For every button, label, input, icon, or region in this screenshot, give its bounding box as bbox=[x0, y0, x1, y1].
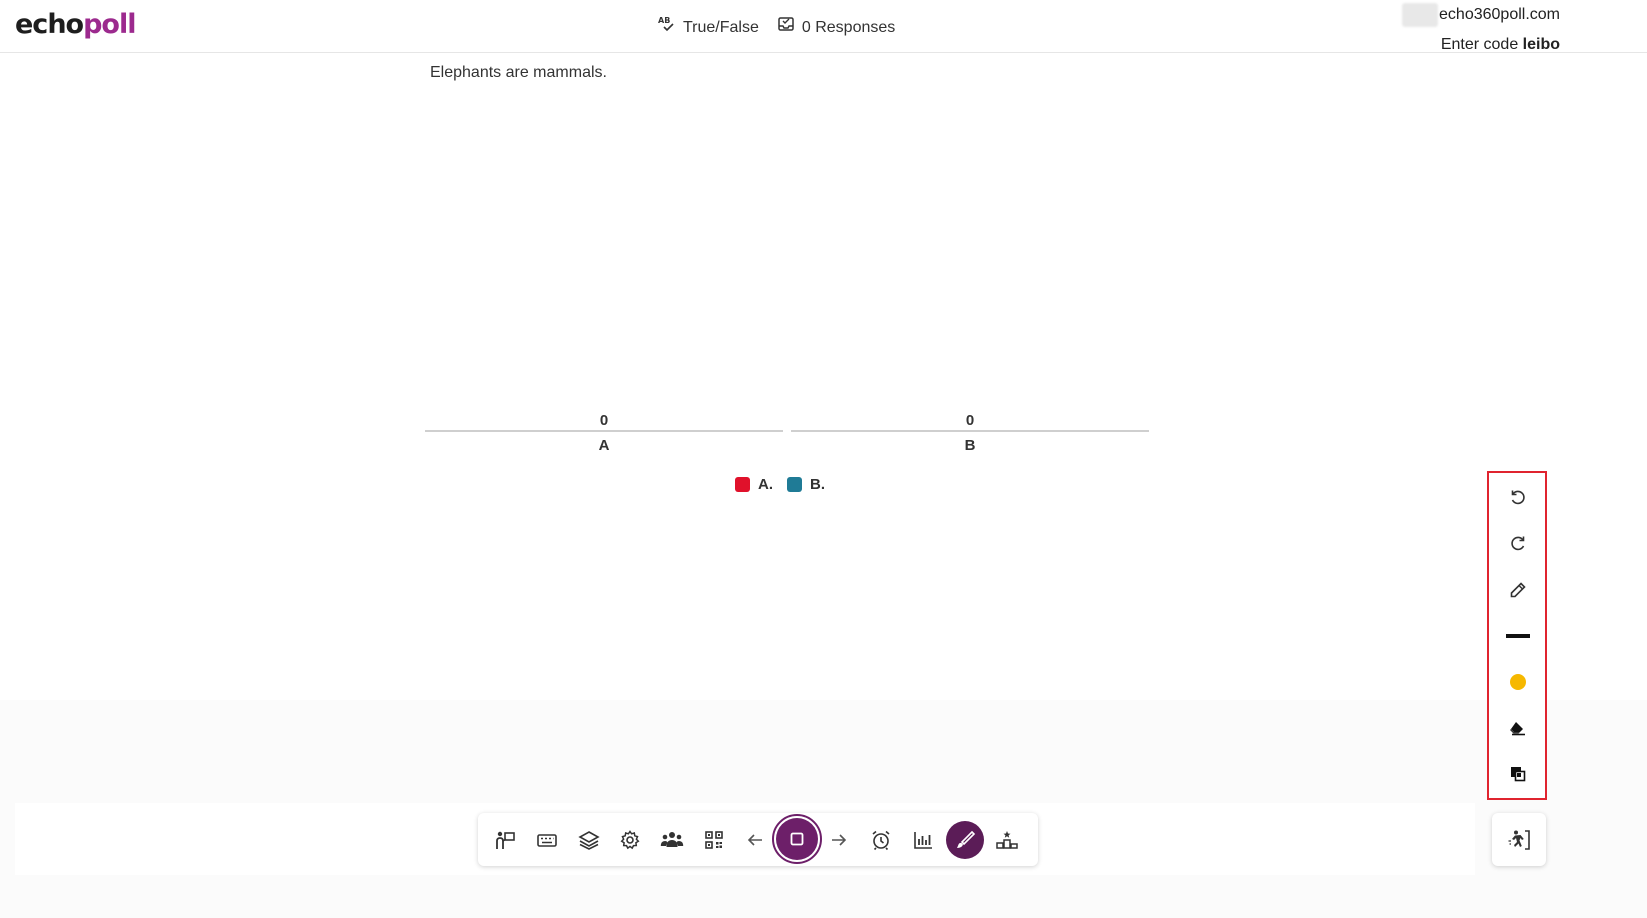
keyboard-button[interactable] bbox=[528, 821, 566, 859]
qr-code-icon bbox=[705, 831, 723, 849]
stop-poll-inner bbox=[776, 818, 818, 860]
eraser-icon bbox=[1510, 722, 1525, 736]
results-chart-icon bbox=[914, 832, 932, 849]
join-code: leibo bbox=[1522, 36, 1560, 53]
logo-poll-text: poll bbox=[83, 9, 136, 40]
presenter-view-icon bbox=[496, 831, 515, 849]
results-chart-svg: 0 A 0 B bbox=[425, 412, 1149, 454]
redo-button[interactable] bbox=[1501, 527, 1535, 561]
blurred-prefix bbox=[1402, 3, 1439, 27]
clear-layers-icon bbox=[1511, 767, 1526, 782]
join-code-row: Enter code leibo bbox=[1402, 34, 1560, 56]
question-type: AB True/False bbox=[658, 15, 759, 40]
timer-alarm-icon bbox=[872, 830, 890, 851]
layers-button[interactable] bbox=[570, 821, 608, 859]
stop-poll-icon bbox=[790, 832, 804, 846]
category-label-a: A bbox=[599, 437, 610, 454]
presenter-toolbar bbox=[478, 813, 1038, 866]
redo-icon bbox=[1511, 536, 1525, 551]
annotate-button[interactable] bbox=[946, 821, 984, 859]
eraser-button[interactable] bbox=[1501, 711, 1535, 745]
participants-icon bbox=[660, 832, 684, 847]
inbox-icon bbox=[777, 15, 802, 40]
annotation-tools-panel bbox=[1487, 471, 1547, 800]
leaderboard-icon bbox=[996, 831, 1018, 849]
stop-poll-button[interactable] bbox=[772, 814, 822, 864]
category-label-b: B bbox=[965, 437, 976, 454]
line-thickness-icon bbox=[1506, 634, 1530, 638]
value-label-a: 0 bbox=[600, 412, 608, 429]
pen-button[interactable] bbox=[1501, 573, 1535, 607]
responses-count: 0 Responses bbox=[777, 15, 895, 40]
exit-presentation-icon bbox=[1508, 829, 1530, 850]
exit-presentation-button[interactable] bbox=[1492, 813, 1546, 866]
leaderboard-button[interactable] bbox=[988, 821, 1026, 859]
participants-button[interactable] bbox=[653, 821, 691, 859]
legend-swatch-a bbox=[735, 477, 750, 492]
qr-code-button[interactable] bbox=[695, 821, 733, 859]
legend-entry-b: B. bbox=[787, 476, 825, 493]
color-swatch-button[interactable] bbox=[1501, 665, 1535, 699]
logo-echo-text: echo bbox=[15, 9, 84, 40]
undo-icon bbox=[1511, 490, 1525, 505]
top-header: echopoll AB True/False 0 Responses echo3… bbox=[0, 0, 1647, 53]
legend-swatch-b bbox=[787, 477, 802, 492]
next-arrow-icon bbox=[832, 834, 847, 846]
line-thickness-button[interactable] bbox=[1501, 619, 1535, 653]
next-button[interactable] bbox=[820, 821, 858, 859]
keyboard-icon bbox=[537, 834, 557, 847]
clear-layers-button[interactable] bbox=[1501, 757, 1535, 791]
presenter-view-button[interactable] bbox=[486, 821, 524, 859]
chart-legend: A. B. bbox=[735, 476, 839, 493]
previous-arrow-icon bbox=[747, 834, 762, 846]
responses-label: 0 Responses bbox=[801, 18, 896, 36]
echopoll-logo: echopoll bbox=[15, 8, 136, 42]
question-text: Elephants are mammals. bbox=[430, 64, 607, 81]
join-prefix: Enter code bbox=[1440, 36, 1523, 53]
results-button[interactable] bbox=[904, 821, 942, 859]
legend-entry-a: A. bbox=[735, 476, 773, 493]
value-label-b: 0 bbox=[966, 412, 974, 429]
join-url: echo360poll.com bbox=[1439, 6, 1560, 23]
pen-icon bbox=[1510, 582, 1526, 598]
annotate-brush-icon bbox=[957, 830, 976, 848]
question-meta: AB True/False 0 Responses bbox=[658, 15, 913, 40]
settings-button[interactable] bbox=[611, 821, 649, 859]
settings-gear-icon bbox=[620, 830, 640, 850]
question-type-label: True/False bbox=[683, 18, 759, 36]
svg-text:AB: AB bbox=[658, 16, 670, 25]
join-info: echo360poll.com Enter code leibo bbox=[1402, 3, 1560, 56]
layers-icon bbox=[578, 831, 600, 850]
previous-button[interactable] bbox=[736, 821, 774, 859]
timer-button[interactable] bbox=[862, 821, 900, 859]
undo-button[interactable] bbox=[1501, 481, 1535, 515]
legend-label-a: A. bbox=[758, 476, 773, 493]
color-swatch-icon bbox=[1510, 674, 1526, 690]
legend-label-b: B. bbox=[810, 476, 825, 493]
true-false-icon: AB bbox=[658, 15, 683, 40]
